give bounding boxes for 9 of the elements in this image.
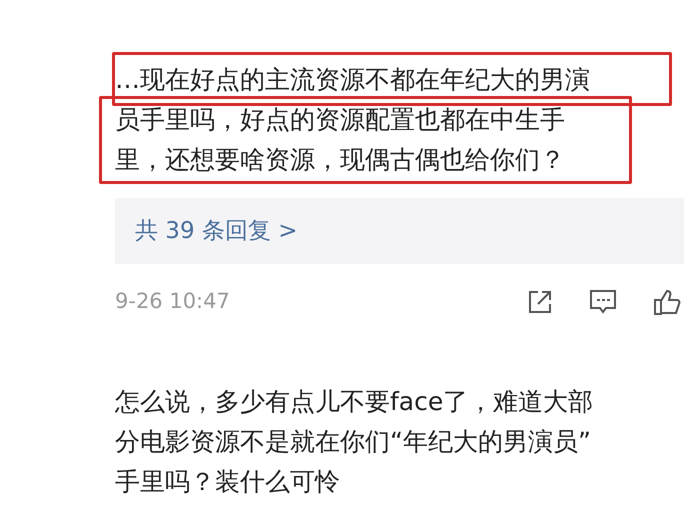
replies-link[interactable]: 共 39 条回复 > xyxy=(115,198,684,264)
comment-text-line: 分电影资源不是就在你们“年纪大的男演员” xyxy=(115,426,592,458)
comment-text-line: 手里吗？装什么可怜 xyxy=(115,466,341,498)
comment-text-line: 里，还想要啥资源，现偶古偶也给你们？ xyxy=(115,144,566,176)
comment-text-line: 员手里吗，好点的资源配置也都在中生手 xyxy=(115,104,566,136)
comment-text-line: 怎么说，多少有点儿不要face了，难道大部 xyxy=(115,386,594,418)
timestamp: 9-26 10:47 xyxy=(115,288,230,315)
comment-icon[interactable] xyxy=(588,288,618,316)
comment-text-line: …现在好点的主流资源不都在年纪大的男演 xyxy=(115,64,591,96)
